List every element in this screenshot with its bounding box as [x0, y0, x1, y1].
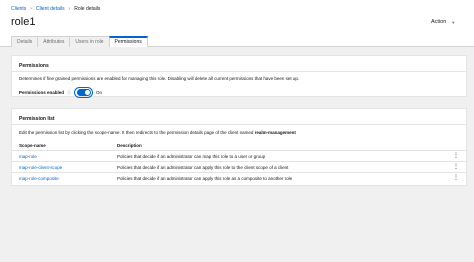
action-label: Action: [431, 19, 447, 25]
scope-description: Policies that decide if an administrator…: [117, 154, 266, 159]
page-header: Clients › Client details › Role details …: [0, 0, 474, 47]
permission-list-title: Permission list: [19, 116, 55, 122]
client-name: realm-management: [254, 130, 296, 135]
kebab-menu-icon[interactable]: ⋮: [453, 163, 459, 170]
permissions-enabled-switch[interactable]: [74, 87, 94, 98]
scope-name-link[interactable]: map-role: [19, 154, 37, 159]
tab-attributes[interactable]: Attributes: [37, 36, 71, 47]
permissions-enabled-state: On: [96, 90, 103, 95]
kebab-menu-icon[interactable]: ⋮: [453, 174, 459, 181]
permission-list-description: Edit the permission list by clicking the…: [19, 130, 296, 135]
divider: [12, 71, 466, 72]
tab-permissions[interactable]: Permissions: [108, 36, 148, 47]
permissions-card-title: Permissions: [19, 63, 49, 69]
table-row: map-role-composite Policies that decide …: [12, 172, 466, 182]
switch-track: [76, 89, 91, 96]
action-dropdown[interactable]: Action ▼: [431, 19, 455, 25]
permissions-toggle-row: Permissions enabled ⓘ On: [19, 87, 102, 98]
chevron-right-icon: ›: [30, 6, 32, 12]
caret-down-icon: ▼: [451, 19, 456, 25]
scope-name-link[interactable]: map-role-composite: [19, 176, 59, 181]
scope-description: Policies that decide if an administrator…: [117, 165, 289, 170]
kebab-menu-icon[interactable]: ⋮: [453, 152, 459, 159]
breadcrumb-client-details-link[interactable]: Client details: [36, 6, 65, 12]
help-icon[interactable]: ⓘ: [67, 90, 71, 96]
scope-name-link[interactable]: map-role-client-scope: [19, 165, 62, 170]
breadcrumb-current: Role details: [74, 6, 101, 12]
permissions-enabled-label: Permissions enabled: [19, 90, 65, 95]
breadcrumb-clients-link[interactable]: Clients: [11, 6, 26, 12]
page-title: role1: [11, 16, 36, 28]
divider: [12, 124, 466, 125]
permissions-description: Determines if fine grained permissions a…: [19, 76, 300, 81]
chevron-right-icon: ›: [68, 6, 71, 12]
switch-knob: [84, 90, 90, 95]
table-row: map-role Policies that decide if an admi…: [12, 150, 466, 160]
scope-description: Policies that decide if an administrator…: [117, 176, 293, 181]
permission-list-card: Permission list Edit the permission list…: [11, 108, 467, 186]
permission-list-description-text: Edit the permission list by clicking the…: [19, 130, 255, 135]
tab-bar: Details Attributes Users in role Permiss…: [11, 36, 148, 47]
breadcrumb: Clients › Client details › Role details: [11, 6, 100, 12]
tab-users-in-role[interactable]: Users in role: [69, 36, 110, 47]
table-row: map-role-client-scope Policies that deci…: [12, 161, 466, 171]
column-header-scope-name[interactable]: Scope-name: [19, 143, 46, 148]
permissions-card: Permissions Determines if fine grained p…: [11, 55, 467, 98]
tab-details[interactable]: Details: [11, 36, 39, 47]
column-header-description: Description: [117, 143, 142, 148]
